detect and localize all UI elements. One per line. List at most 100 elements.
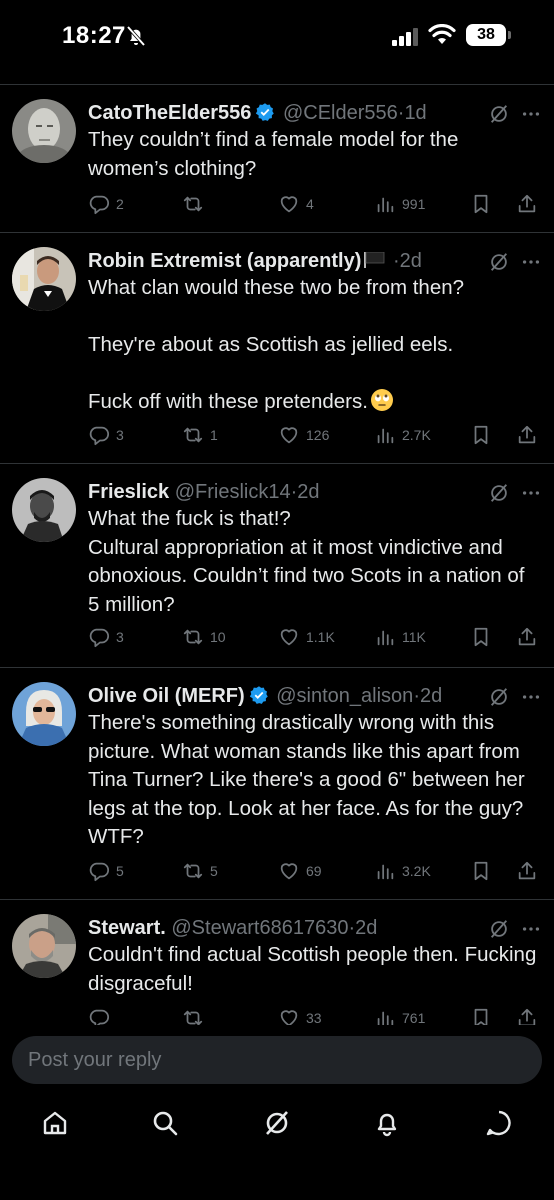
- share-button[interactable]: [516, 625, 544, 649]
- reply-button[interactable]: 2: [88, 192, 124, 216]
- author-handle[interactable]: @Frieslick14: [175, 481, 291, 503]
- more-icon[interactable]: [520, 686, 542, 708]
- nav-home[interactable]: [40, 1108, 70, 1138]
- bookmark-icon: [474, 1008, 488, 1025]
- timestamp[interactable]: 1d: [404, 102, 426, 124]
- more-icon[interactable]: [520, 482, 542, 504]
- bell-icon: [377, 1113, 397, 1137]
- timestamp[interactable]: 2d: [297, 481, 319, 503]
- nav-grok[interactable]: [262, 1108, 292, 1138]
- reply-button[interactable]: [88, 1006, 116, 1025]
- retweet-count: 10: [210, 629, 226, 645]
- reply-button[interactable]: 3: [88, 625, 124, 649]
- retweet-button[interactable]: 10: [182, 625, 226, 649]
- like-count: 1.1K: [306, 629, 335, 645]
- like-count: 4: [306, 196, 314, 212]
- bookmark-button[interactable]: [470, 859, 498, 883]
- like-button[interactable]: 1.1K: [278, 625, 335, 649]
- nav-search[interactable]: [150, 1108, 180, 1138]
- views-icon: [377, 864, 394, 880]
- like-button[interactable]: 69: [278, 859, 322, 883]
- views-icon: [377, 197, 394, 213]
- battery-tip: [508, 31, 511, 39]
- grok-icon[interactable]: [488, 482, 510, 504]
- timestamp[interactable]: 2d: [400, 250, 422, 272]
- share-button[interactable]: [516, 423, 544, 447]
- tweet-text-wrap: What clan would these two be from then? …: [88, 274, 540, 417]
- more-icon[interactable]: [520, 103, 542, 125]
- share-button[interactable]: [516, 192, 544, 216]
- reply-icon: [89, 1009, 110, 1025]
- views-button[interactable]: 3.2K: [374, 859, 431, 883]
- author-handle[interactable]: @CElder556: [283, 102, 398, 124]
- tweet-header: Stewart. @Stewart68617630·2d: [88, 912, 484, 944]
- views-button[interactable]: 11K: [374, 625, 426, 649]
- nav-notifications[interactable]: [372, 1108, 402, 1138]
- reply-feed[interactable]: CatoTheElder556 @CElder556·1d They could…: [0, 85, 554, 1025]
- retweet-button[interactable]: [182, 1006, 210, 1025]
- tweet[interactable]: Stewart. @Stewart68617630·2d Couldn't fi…: [0, 900, 554, 1025]
- grok-icon[interactable]: [488, 103, 510, 125]
- views-icon: [377, 428, 394, 444]
- avatar[interactable]: [12, 99, 76, 163]
- like-button[interactable]: 4: [278, 192, 314, 216]
- bookmark-icon: [474, 627, 488, 647]
- more-icon[interactable]: [520, 918, 542, 940]
- dot-separator: ·: [413, 685, 420, 707]
- like-count: 33: [306, 1010, 322, 1025]
- tweet[interactable]: Robin Extremist (apparently) ·2d What cl…: [0, 233, 554, 464]
- retweet-count: 1: [210, 427, 218, 443]
- avatar[interactable]: [12, 914, 76, 978]
- tweet[interactable]: CatoTheElder556 @CElder556·1d They could…: [0, 85, 554, 233]
- timestamp[interactable]: 2d: [420, 685, 442, 707]
- more-icon[interactable]: [520, 251, 542, 273]
- bookmark-button[interactable]: [470, 192, 498, 216]
- share-button[interactable]: [516, 1006, 544, 1025]
- avatar[interactable]: [12, 682, 76, 746]
- author-name[interactable]: Frieslick: [88, 481, 169, 503]
- grok-icon[interactable]: [488, 918, 510, 940]
- grok-icon: [266, 1111, 288, 1135]
- home-icon: [43, 1111, 67, 1135]
- views-button[interactable]: 991: [374, 192, 425, 216]
- grok-icon[interactable]: [488, 686, 510, 708]
- views-button[interactable]: 2.7K: [374, 423, 431, 447]
- grok-icon[interactable]: [488, 251, 510, 273]
- views-button[interactable]: 761: [374, 1006, 425, 1025]
- tweet[interactable]: Olive Oil (MERF) @sinton_alison·2d There…: [0, 668, 554, 900]
- share-icon: [518, 627, 536, 646]
- avatar[interactable]: [12, 478, 76, 542]
- signal-icon: [392, 28, 418, 46]
- views-count: 11K: [402, 629, 426, 645]
- author-name[interactable]: Stewart.: [88, 917, 166, 939]
- bookmark-button[interactable]: [470, 423, 498, 447]
- bookmark-button[interactable]: [470, 1006, 498, 1025]
- share-icon: [518, 861, 536, 880]
- nav-messages[interactable]: [484, 1108, 514, 1138]
- timestamp[interactable]: 2d: [355, 917, 377, 939]
- reply-icon: [89, 628, 110, 648]
- author-handle[interactable]: @Stewart68617630: [171, 917, 348, 939]
- bookmark-button[interactable]: [470, 625, 498, 649]
- like-button[interactable]: 126: [278, 423, 329, 447]
- reply-input[interactable]: [12, 1036, 542, 1084]
- author-name[interactable]: Robin Extremist (apparently): [88, 250, 361, 272]
- retweet-button[interactable]: 1: [182, 423, 218, 447]
- tweet-text: What clan would these two be from then? …: [88, 276, 465, 413]
- tweet-actions: 3 10 1.1K 11K: [88, 625, 544, 649]
- reply-button[interactable]: 3: [88, 423, 124, 447]
- like-button[interactable]: 33: [278, 1006, 322, 1025]
- author-name[interactable]: Olive Oil (MERF): [88, 685, 245, 707]
- battery-indicator: 38: [466, 24, 506, 46]
- avatar[interactable]: [12, 247, 76, 311]
- share-icon: [518, 425, 536, 444]
- reply-button[interactable]: 5: [88, 859, 124, 883]
- reply-box[interactable]: [12, 1036, 542, 1084]
- tweet[interactable]: Frieslick @Frieslick14·2d What the fuck …: [0, 464, 554, 668]
- reply-icon: [89, 195, 110, 215]
- author-name[interactable]: CatoTheElder556: [88, 102, 251, 124]
- author-handle[interactable]: @sinton_alison: [276, 685, 413, 707]
- retweet-button[interactable]: 5: [182, 859, 218, 883]
- share-button[interactable]: [516, 859, 544, 883]
- retweet-button[interactable]: [182, 192, 210, 216]
